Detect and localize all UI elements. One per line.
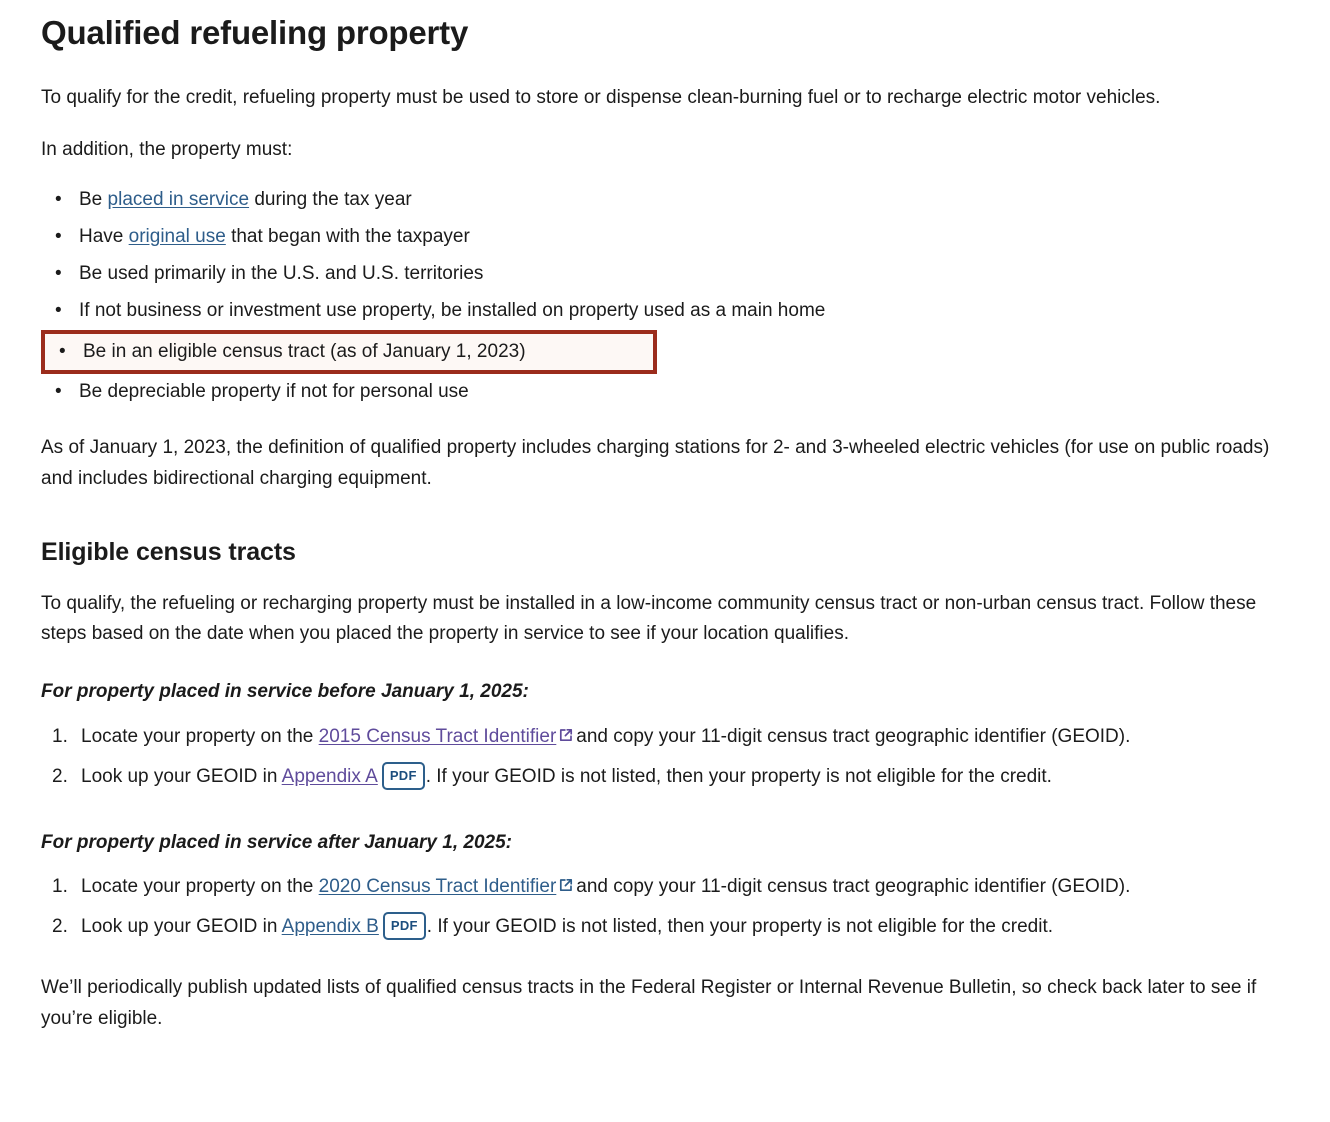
step-text-prefix: Look up your GEOID in (81, 916, 282, 938)
list-item-text: If not business or investment use proper… (79, 299, 826, 321)
intro-paragraph: To qualify for the credit, refueling pro… (41, 86, 1161, 108)
list-item: Be depreciable property if not for perso… (41, 374, 1300, 411)
list-item-highlighted-census-tract: Be in an eligible census tract (as of Ja… (41, 329, 657, 375)
list-item: If not business or investment use proper… (41, 293, 1300, 330)
requirements-list: Be placed in service during the tax year… (41, 182, 1300, 411)
step-text-suffix: . If your GEOID is not listed, then your… (425, 765, 1052, 787)
step-text-prefix: Locate your property on the (81, 876, 319, 898)
list-item-text-suffix: during the tax year (249, 189, 412, 211)
link-appendix-a[interactable]: Appendix A (282, 766, 378, 787)
pdf-badge: PDF (382, 912, 426, 941)
step-text-suffix: and copy your 11-digit census tract geog… (576, 725, 1131, 747)
list-item-step: Locate your property on the 2020 Census … (41, 871, 1300, 911)
qualified-property-definition-paragraph: As of January 1, 2023, the definition of… (41, 437, 1270, 489)
link-original-use[interactable]: original use (129, 226, 226, 247)
list-item-text-prefix: Have (79, 226, 129, 248)
list-item-text-prefix: Be (79, 189, 108, 211)
subheading-before-2025: For property placed in service before Ja… (41, 681, 529, 703)
subheading-after-2025: For property placed in service after Jan… (41, 831, 512, 853)
list-item-step: Look up your GEOID in Appendix B PDF. If … (41, 911, 1300, 951)
external-link-icon (558, 877, 575, 894)
list-item: Be used primarily in the U.S. and U.S. t… (41, 256, 1300, 293)
step-text-prefix: Locate your property on the (81, 725, 319, 747)
list-item-step: Look up your GEOID in Appendix A PDF. If … (41, 761, 1300, 801)
list-item: Have original use that began with the ta… (41, 219, 1300, 256)
link-2015-census-tract-identifier[interactable]: 2015 Census Tract Identifier (319, 726, 557, 747)
document-body: Qualified refueling property To qualify … (0, 0, 1330, 1035)
intro-secondary-paragraph: In addition, the property must: (41, 138, 293, 160)
step-text-suffix: and copy your 11-digit census tract geog… (576, 876, 1131, 898)
step-text-prefix: Look up your GEOID in (81, 765, 282, 787)
section-intro-paragraph: To qualify, the refueling or recharging … (41, 592, 1257, 645)
list-item: Be placed in service during the tax year (41, 182, 1300, 219)
step-text-suffix: . If your GEOID is not listed, then your… (426, 916, 1053, 938)
steps-before-2025: Locate your property on the 2015 Census … (41, 721, 1300, 801)
list-item-step: Locate your property on the 2015 Census … (41, 721, 1300, 761)
list-item-text-suffix: that began with the taxpayer (225, 226, 470, 248)
link-appendix-b[interactable]: Appendix B (282, 916, 379, 937)
page-title: Qualified refueling property (41, 14, 469, 51)
link-placed-in-service[interactable]: placed in service (108, 189, 250, 210)
list-item-text: Be used primarily in the U.S. and U.S. t… (79, 263, 484, 284)
link-2020-census-tract-identifier[interactable]: 2020 Census Tract Identifier (319, 876, 557, 897)
external-link-icon (558, 727, 575, 744)
steps-after-2025: Locate your property on the 2020 Census … (41, 871, 1300, 951)
closing-paragraph: We’ll periodically publish updated lists… (41, 977, 1257, 1029)
list-item-text: Be in an eligible census tract (as of Ja… (83, 340, 526, 362)
list-item-text: Be depreciable property if not for perso… (79, 381, 469, 403)
section-title-eligible-census-tracts: Eligible census tracts (41, 537, 296, 566)
pdf-badge: PDF (381, 761, 425, 790)
